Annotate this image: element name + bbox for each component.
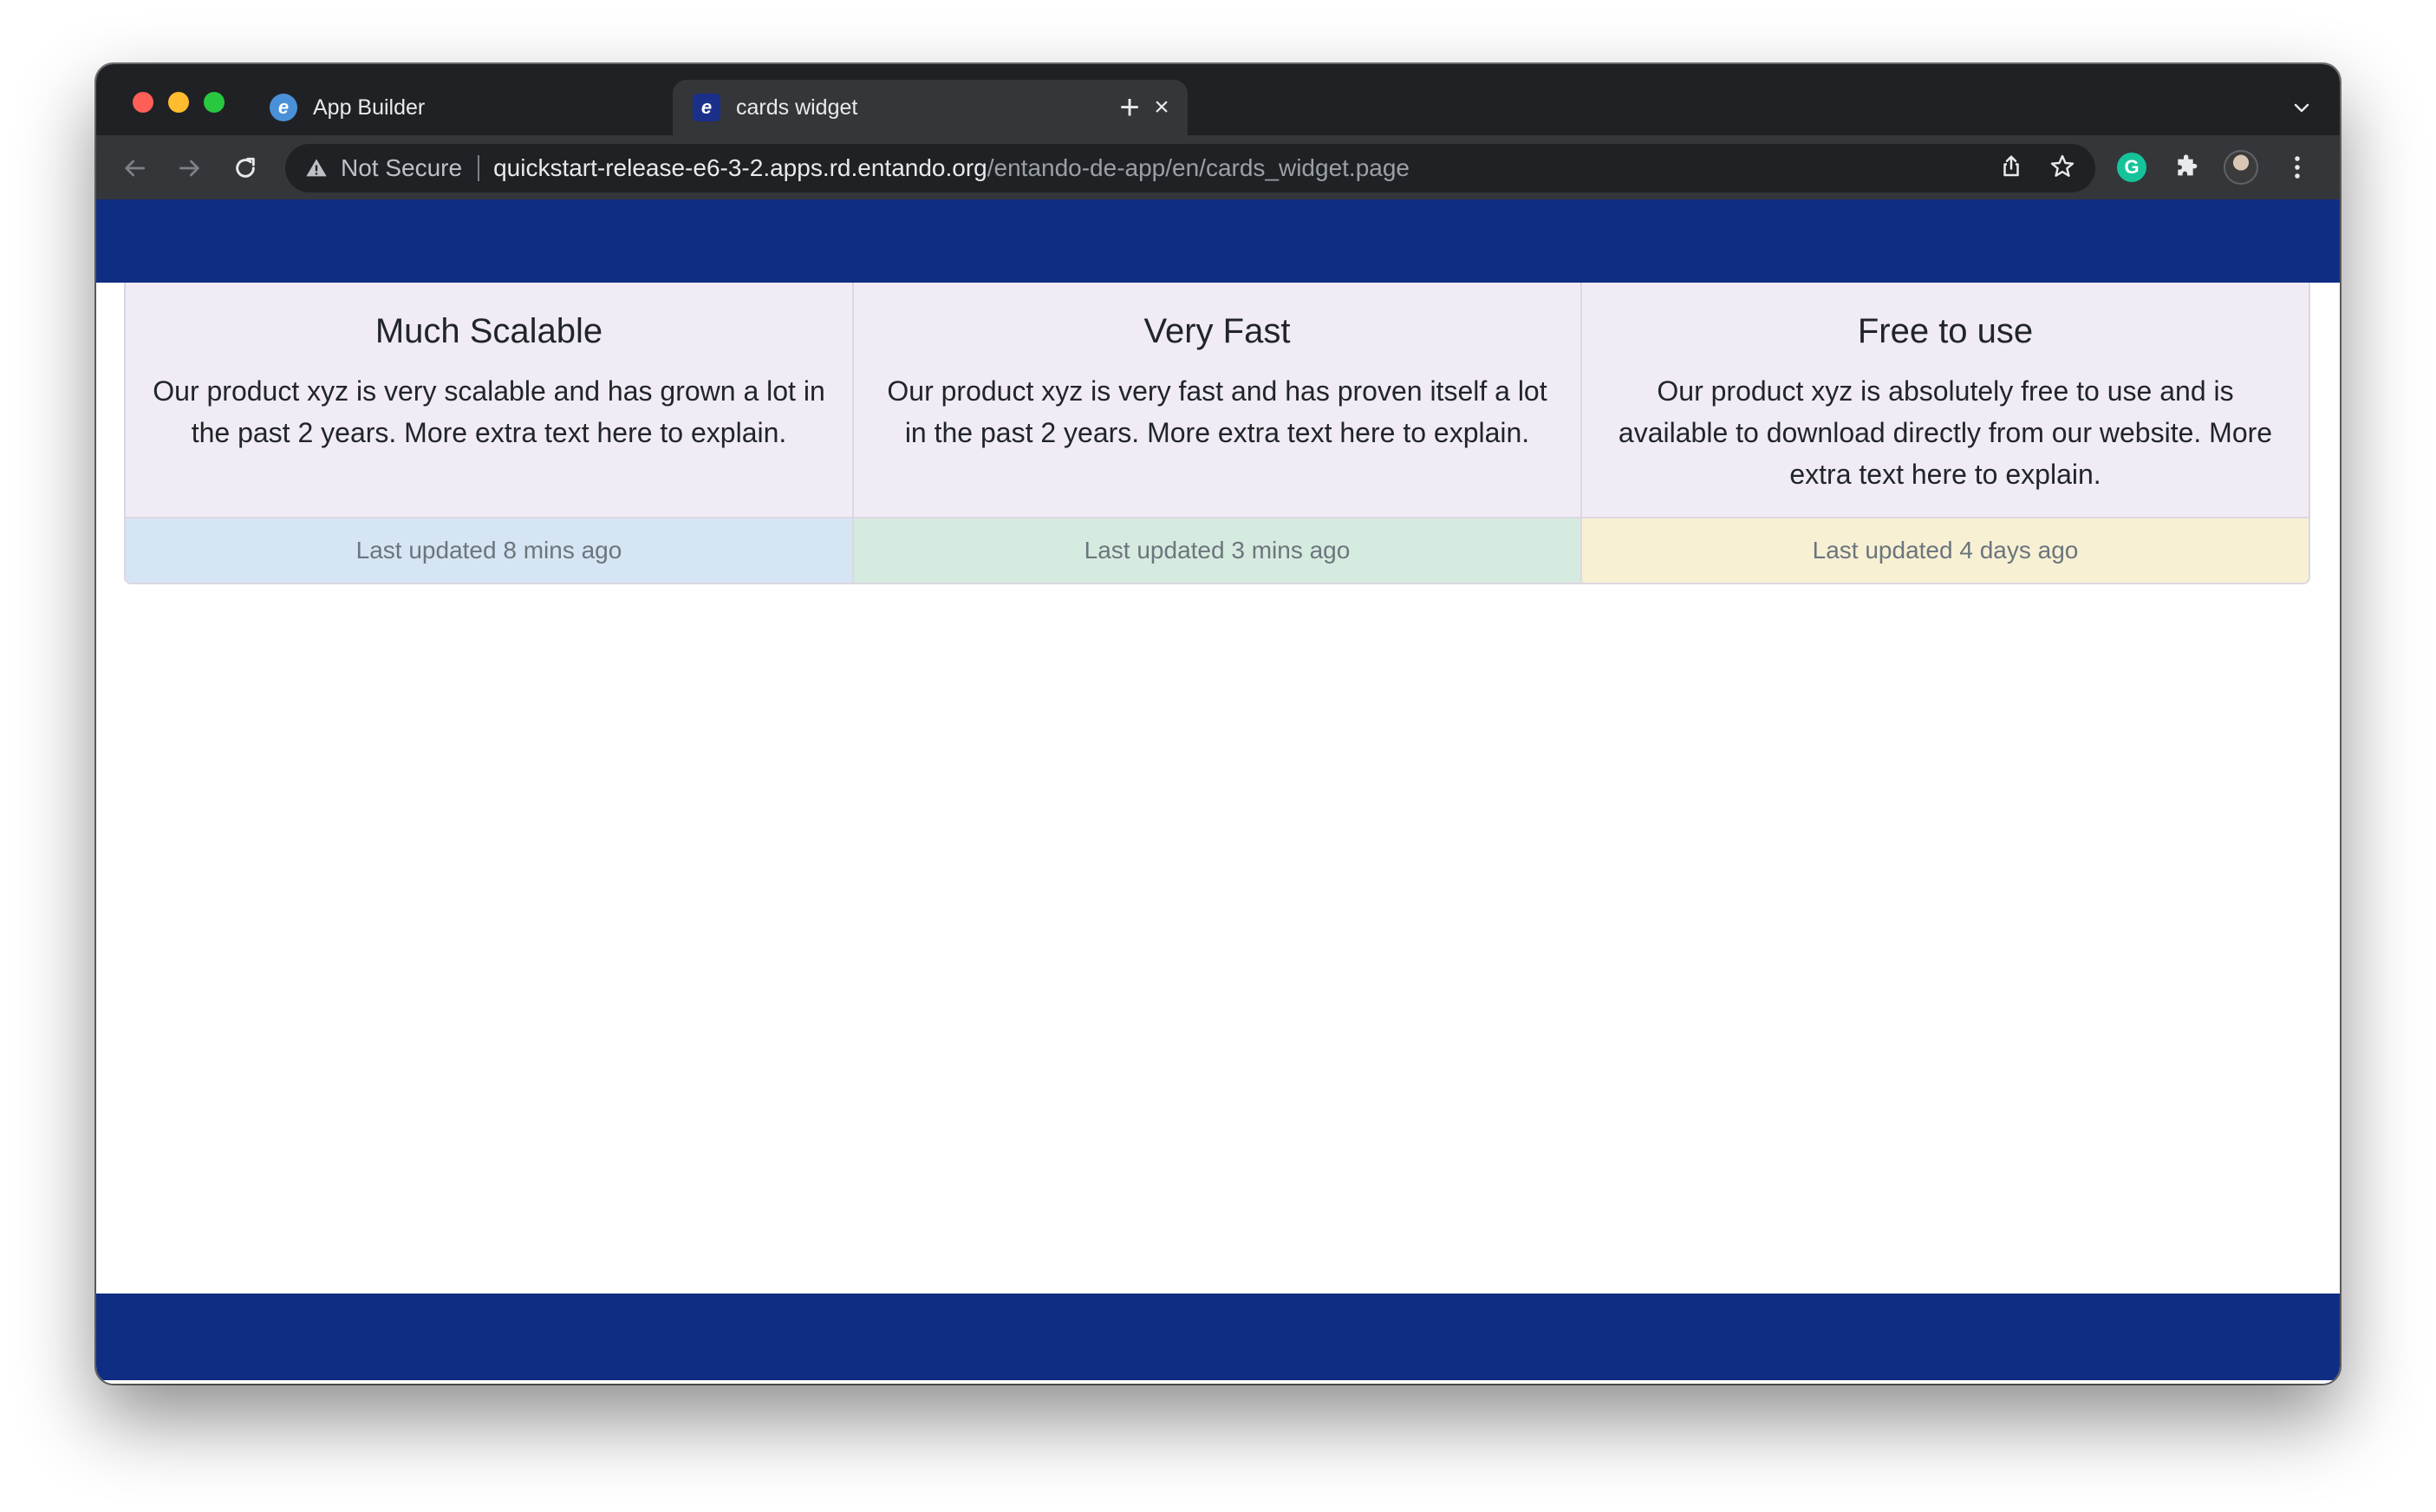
card-title: Much Scalable	[375, 312, 603, 350]
star-icon[interactable]	[2048, 153, 2076, 180]
profile-avatar[interactable]	[2221, 147, 2261, 187]
card-much-scalable: Much Scalable Our product xyz is very sc…	[126, 283, 854, 583]
chevron-down-icon[interactable]	[2289, 95, 2314, 120]
card-free-to-use: Free to use Our product xyz is absolutel…	[1582, 283, 2309, 583]
url-host: quickstart-release-e6-3-2.apps.rd.entand…	[493, 154, 987, 181]
close-window-button[interactable]	[133, 92, 153, 113]
new-tab-button[interactable]: +	[1111, 88, 1149, 127]
close-icon[interactable]: ×	[1148, 93, 1176, 121]
puzzle-icon[interactable]	[2167, 147, 2207, 187]
kebab-menu-icon[interactable]	[2277, 147, 2317, 187]
share-icon[interactable]	[1998, 153, 2024, 179]
browser-toolbar: Not Secure quickstart-release-e6-3-2.app…	[96, 135, 2340, 199]
card-footer: Last updated 3 mins ago	[854, 517, 1580, 583]
card-title: Free to use	[1857, 312, 2034, 350]
browser-window: e App Builder × e cards widget × +	[96, 64, 2340, 1384]
security-status[interactable]: Not Secure	[341, 154, 462, 182]
tab-strip: e App Builder × e cards widget × +	[96, 64, 2340, 135]
card-body: Free to use Our product xyz is absolutel…	[1582, 283, 2309, 517]
address-bar[interactable]: Not Secure quickstart-release-e6-3-2.app…	[285, 144, 2095, 192]
card-body: Much Scalable Our product xyz is very sc…	[126, 283, 852, 517]
card-footer: Last updated 4 days ago	[1582, 517, 2309, 583]
site-header	[96, 199, 2340, 283]
card-text: Our product xyz is very scalable and has…	[153, 375, 825, 448]
desktop: e App Builder × e cards widget × +	[0, 0, 2436, 1512]
card-group: Much Scalable Our product xyz is very sc…	[124, 283, 2310, 584]
zoom-window-button[interactable]	[204, 92, 225, 113]
grammarly-icon[interactable]: G	[2112, 147, 2152, 187]
arrow-right-icon[interactable]	[171, 149, 209, 187]
entando-icon: e	[693, 94, 720, 121]
card-text: Our product xyz is very fast and has pro…	[887, 375, 1547, 448]
url-path: /entando-de-app/en/cards_widget.page	[987, 154, 1410, 181]
card-body: Very Fast Our product xyz is very fast a…	[854, 283, 1580, 517]
avatar	[2224, 150, 2258, 185]
card-footer: Last updated 8 mins ago	[126, 517, 852, 583]
card-text: Our product xyz is absolutely free to us…	[1618, 375, 2273, 490]
minimize-window-button[interactable]	[168, 92, 189, 113]
page-content: Much Scalable Our product xyz is very sc…	[96, 199, 2340, 1384]
warning-icon[interactable]	[304, 156, 329, 180]
card-title: Very Fast	[1143, 312, 1291, 350]
tab-title: cards widget	[736, 94, 858, 120]
entando-icon: e	[270, 94, 297, 121]
grammarly-badge: G	[2117, 153, 2146, 182]
tab-title: App Builder	[313, 94, 426, 120]
card-very-fast: Very Fast Our product xyz is very fast a…	[854, 283, 1582, 583]
reload-icon[interactable]	[226, 149, 264, 187]
divider	[478, 155, 480, 181]
arrow-left-icon[interactable]	[115, 149, 153, 187]
site-footer	[96, 1294, 2340, 1380]
